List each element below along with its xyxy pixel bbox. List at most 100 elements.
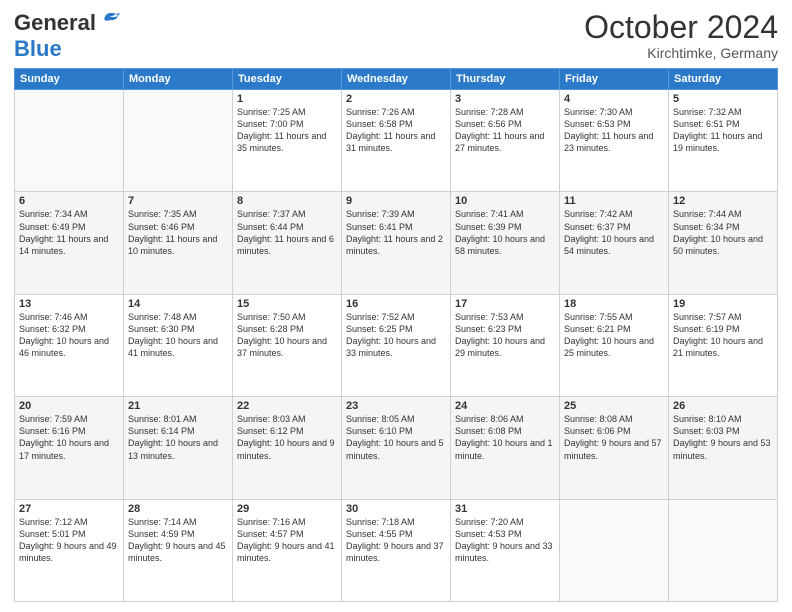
table-row: [560, 499, 669, 601]
day-info: Sunrise: 8:06 AM Sunset: 6:08 PM Dayligh…: [455, 413, 555, 462]
day-number: 25: [564, 400, 664, 412]
day-number: 17: [455, 298, 555, 310]
day-info: Sunrise: 7:32 AM Sunset: 6:51 PM Dayligh…: [673, 106, 773, 155]
day-number: 26: [673, 400, 773, 412]
day-info: Sunrise: 7:12 AM Sunset: 5:01 PM Dayligh…: [19, 516, 119, 565]
table-row: 6Sunrise: 7:34 AM Sunset: 6:49 PM Daylig…: [15, 192, 124, 294]
day-info: Sunrise: 8:03 AM Sunset: 6:12 PM Dayligh…: [237, 413, 337, 462]
day-number: 10: [455, 195, 555, 207]
table-row: 22Sunrise: 8:03 AM Sunset: 6:12 PM Dayli…: [233, 397, 342, 499]
table-row: 21Sunrise: 8:01 AM Sunset: 6:14 PM Dayli…: [124, 397, 233, 499]
day-info: Sunrise: 7:28 AM Sunset: 6:56 PM Dayligh…: [455, 106, 555, 155]
day-info: Sunrise: 7:14 AM Sunset: 4:59 PM Dayligh…: [128, 516, 228, 565]
day-number: 21: [128, 400, 228, 412]
calendar-week-row: 13Sunrise: 7:46 AM Sunset: 6:32 PM Dayli…: [15, 294, 778, 396]
day-info: Sunrise: 7:39 AM Sunset: 6:41 PM Dayligh…: [346, 208, 446, 257]
day-info: Sunrise: 7:26 AM Sunset: 6:58 PM Dayligh…: [346, 106, 446, 155]
logo-blue-text: Blue: [14, 36, 62, 61]
table-row: 24Sunrise: 8:06 AM Sunset: 6:08 PM Dayli…: [451, 397, 560, 499]
day-number: 27: [19, 503, 119, 515]
calendar-week-row: 20Sunrise: 7:59 AM Sunset: 6:16 PM Dayli…: [15, 397, 778, 499]
table-row: 28Sunrise: 7:14 AM Sunset: 4:59 PM Dayli…: [124, 499, 233, 601]
day-number: 8: [237, 195, 337, 207]
day-number: 14: [128, 298, 228, 310]
day-info: Sunrise: 7:59 AM Sunset: 6:16 PM Dayligh…: [19, 413, 119, 462]
col-thursday: Thursday: [451, 69, 560, 90]
table-row: 12Sunrise: 7:44 AM Sunset: 6:34 PM Dayli…: [669, 192, 778, 294]
col-saturday: Saturday: [669, 69, 778, 90]
day-number: 12: [673, 195, 773, 207]
table-row: 9Sunrise: 7:39 AM Sunset: 6:41 PM Daylig…: [342, 192, 451, 294]
table-row: 25Sunrise: 8:08 AM Sunset: 6:06 PM Dayli…: [560, 397, 669, 499]
day-info: Sunrise: 8:10 AM Sunset: 6:03 PM Dayligh…: [673, 413, 773, 462]
day-number: 15: [237, 298, 337, 310]
day-info: Sunrise: 7:25 AM Sunset: 7:00 PM Dayligh…: [237, 106, 337, 155]
day-info: Sunrise: 7:30 AM Sunset: 6:53 PM Dayligh…: [564, 106, 664, 155]
table-row: 5Sunrise: 7:32 AM Sunset: 6:51 PM Daylig…: [669, 90, 778, 192]
calendar-table: Sunday Monday Tuesday Wednesday Thursday…: [14, 68, 778, 602]
table-row: 20Sunrise: 7:59 AM Sunset: 6:16 PM Dayli…: [15, 397, 124, 499]
day-number: 6: [19, 195, 119, 207]
day-info: Sunrise: 7:35 AM Sunset: 6:46 PM Dayligh…: [128, 208, 228, 257]
day-info: Sunrise: 7:37 AM Sunset: 6:44 PM Dayligh…: [237, 208, 337, 257]
day-info: Sunrise: 7:20 AM Sunset: 4:53 PM Dayligh…: [455, 516, 555, 565]
table-row: 31Sunrise: 7:20 AM Sunset: 4:53 PM Dayli…: [451, 499, 560, 601]
table-row: 3Sunrise: 7:28 AM Sunset: 6:56 PM Daylig…: [451, 90, 560, 192]
table-row: 10Sunrise: 7:41 AM Sunset: 6:39 PM Dayli…: [451, 192, 560, 294]
col-sunday: Sunday: [15, 69, 124, 90]
logo: General Blue: [14, 10, 120, 62]
day-info: Sunrise: 7:44 AM Sunset: 6:34 PM Dayligh…: [673, 208, 773, 257]
day-info: Sunrise: 7:42 AM Sunset: 6:37 PM Dayligh…: [564, 208, 664, 257]
day-number: 19: [673, 298, 773, 310]
table-row: 7Sunrise: 7:35 AM Sunset: 6:46 PM Daylig…: [124, 192, 233, 294]
table-row: 11Sunrise: 7:42 AM Sunset: 6:37 PM Dayli…: [560, 192, 669, 294]
table-row: 27Sunrise: 7:12 AM Sunset: 5:01 PM Dayli…: [15, 499, 124, 601]
calendar-week-row: 6Sunrise: 7:34 AM Sunset: 6:49 PM Daylig…: [15, 192, 778, 294]
page: General Blue October 2024 Kirchtimke, Ge…: [0, 0, 792, 612]
day-number: 24: [455, 400, 555, 412]
day-info: Sunrise: 8:08 AM Sunset: 6:06 PM Dayligh…: [564, 413, 664, 462]
day-number: 7: [128, 195, 228, 207]
day-number: 13: [19, 298, 119, 310]
location: Kirchtimke, Germany: [584, 45, 778, 61]
day-number: 16: [346, 298, 446, 310]
table-row: 18Sunrise: 7:55 AM Sunset: 6:21 PM Dayli…: [560, 294, 669, 396]
day-info: Sunrise: 7:34 AM Sunset: 6:49 PM Dayligh…: [19, 208, 119, 257]
table-row: 15Sunrise: 7:50 AM Sunset: 6:28 PM Dayli…: [233, 294, 342, 396]
table-row: 29Sunrise: 7:16 AM Sunset: 4:57 PM Dayli…: [233, 499, 342, 601]
day-info: Sunrise: 8:01 AM Sunset: 6:14 PM Dayligh…: [128, 413, 228, 462]
logo-bird-icon: [98, 13, 120, 31]
day-info: Sunrise: 7:16 AM Sunset: 4:57 PM Dayligh…: [237, 516, 337, 565]
day-number: 18: [564, 298, 664, 310]
day-info: Sunrise: 7:18 AM Sunset: 4:55 PM Dayligh…: [346, 516, 446, 565]
header: General Blue October 2024 Kirchtimke, Ge…: [14, 10, 778, 62]
day-number: 2: [346, 93, 446, 105]
table-row: 17Sunrise: 7:53 AM Sunset: 6:23 PM Dayli…: [451, 294, 560, 396]
day-number: 23: [346, 400, 446, 412]
logo-general-text: General: [14, 10, 96, 36]
day-info: Sunrise: 7:57 AM Sunset: 6:19 PM Dayligh…: [673, 311, 773, 360]
day-number: 29: [237, 503, 337, 515]
day-info: Sunrise: 7:46 AM Sunset: 6:32 PM Dayligh…: [19, 311, 119, 360]
day-number: 5: [673, 93, 773, 105]
day-info: Sunrise: 7:53 AM Sunset: 6:23 PM Dayligh…: [455, 311, 555, 360]
day-number: 3: [455, 93, 555, 105]
day-number: 11: [564, 195, 664, 207]
table-row: 13Sunrise: 7:46 AM Sunset: 6:32 PM Dayli…: [15, 294, 124, 396]
table-row: 26Sunrise: 8:10 AM Sunset: 6:03 PM Dayli…: [669, 397, 778, 499]
day-number: 1: [237, 93, 337, 105]
calendar-header-row: Sunday Monday Tuesday Wednesday Thursday…: [15, 69, 778, 90]
table-row: 2Sunrise: 7:26 AM Sunset: 6:58 PM Daylig…: [342, 90, 451, 192]
table-row: 16Sunrise: 7:52 AM Sunset: 6:25 PM Dayli…: [342, 294, 451, 396]
day-number: 31: [455, 503, 555, 515]
day-info: Sunrise: 7:52 AM Sunset: 6:25 PM Dayligh…: [346, 311, 446, 360]
calendar-week-row: 27Sunrise: 7:12 AM Sunset: 5:01 PM Dayli…: [15, 499, 778, 601]
day-info: Sunrise: 7:48 AM Sunset: 6:30 PM Dayligh…: [128, 311, 228, 360]
title-area: October 2024 Kirchtimke, Germany: [584, 10, 778, 61]
table-row: 1Sunrise: 7:25 AM Sunset: 7:00 PM Daylig…: [233, 90, 342, 192]
table-row: 19Sunrise: 7:57 AM Sunset: 6:19 PM Dayli…: [669, 294, 778, 396]
day-number: 9: [346, 195, 446, 207]
table-row: 30Sunrise: 7:18 AM Sunset: 4:55 PM Dayli…: [342, 499, 451, 601]
col-tuesday: Tuesday: [233, 69, 342, 90]
table-row: 23Sunrise: 8:05 AM Sunset: 6:10 PM Dayli…: [342, 397, 451, 499]
